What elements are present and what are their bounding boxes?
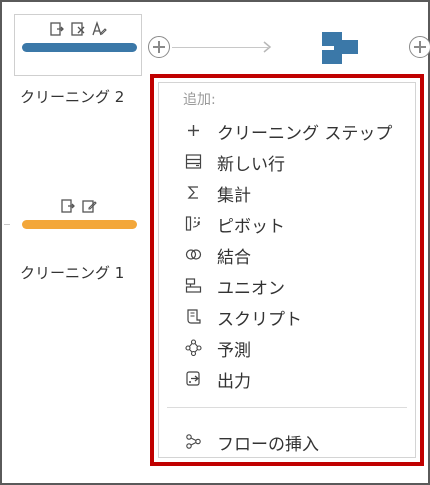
menu-item-label: 集計: [217, 186, 251, 206]
remove-field-icon: [71, 22, 85, 36]
flow-connector-line: [172, 47, 268, 48]
rename-field-icon: [92, 21, 107, 36]
menu-item-prediction[interactable]: 予測: [159, 332, 415, 362]
add-step-menu-panel: 追加: クリーニング ステップ 新しい行 集計 ピボット 結合 ユニオン スクリ…: [158, 82, 416, 458]
edit-icon: [82, 200, 97, 213]
filter-icon: [61, 199, 75, 213]
flow-arrow-icon: [263, 41, 272, 53]
menu-item-label: ピボット: [217, 217, 285, 237]
union-icon: [185, 278, 202, 293]
script-icon: [187, 309, 201, 324]
menu-divider: [167, 407, 407, 408]
menu-item-label: フローの挿入: [217, 435, 319, 455]
menu-item-aggregate[interactable]: 集計: [159, 177, 415, 207]
step-bar-cleaning-1[interactable]: [22, 220, 137, 229]
step-node-cleaning-1-icons: [60, 198, 97, 214]
pivot-icon: [185, 216, 200, 231]
menu-item-new-rows[interactable]: 新しい行: [159, 146, 415, 176]
menu-item-label: スクリプト: [217, 310, 302, 330]
menu-item-join[interactable]: 結合: [159, 239, 415, 269]
menu-item-pivot[interactable]: ピボット: [159, 208, 415, 238]
step-label-cleaning-2[interactable]: クリーニング 2: [20, 86, 124, 107]
plus-icon: [188, 125, 199, 136]
sigma-icon: [187, 186, 198, 199]
menu-item-label: 新しい行: [217, 155, 285, 175]
menu-item-union[interactable]: ユニオン: [159, 270, 415, 300]
menu-item-script[interactable]: スクリプト: [159, 301, 415, 331]
add-step-button-right[interactable]: [409, 36, 430, 58]
add-step-menu: 追加: クリーニング ステップ 新しい行 集計 ピボット 結合 ユニオン スクリ…: [150, 74, 424, 466]
add-step-button[interactable]: [148, 36, 170, 58]
join-icon: [185, 249, 202, 260]
flow-connector-stub: [4, 224, 10, 225]
menu-item-label: クリーニング ステップ: [217, 124, 393, 144]
join-step-node-icon[interactable]: [320, 28, 364, 72]
new-rows-icon: [185, 154, 202, 169]
screenshot-frame: クリーニング 2 クリーニング 1 追加: クリーニング ステップ 新しい行 集…: [0, 0, 430, 485]
menu-item-label: 出力: [217, 372, 251, 392]
menu-item-cleaning-step[interactable]: クリーニング ステップ: [159, 115, 415, 145]
output-icon: [186, 371, 200, 386]
menu-item-output[interactable]: 出力: [159, 363, 415, 393]
step-bar-cleaning-2[interactable]: [22, 43, 137, 52]
menu-item-label: 予測: [217, 341, 251, 361]
step-node-cleaning-2-icons: [49, 21, 107, 37]
menu-header: 追加:: [183, 92, 216, 108]
prediction-icon: [185, 339, 202, 356]
filter-icon: [50, 22, 64, 36]
menu-item-label: ユニオン: [217, 279, 285, 299]
insert-flow-icon: [186, 434, 201, 449]
menu-item-insert-flow[interactable]: フローの挿入: [159, 426, 415, 456]
step-label-cleaning-1[interactable]: クリーニング 1: [20, 262, 124, 283]
menu-item-label: 結合: [217, 248, 251, 268]
